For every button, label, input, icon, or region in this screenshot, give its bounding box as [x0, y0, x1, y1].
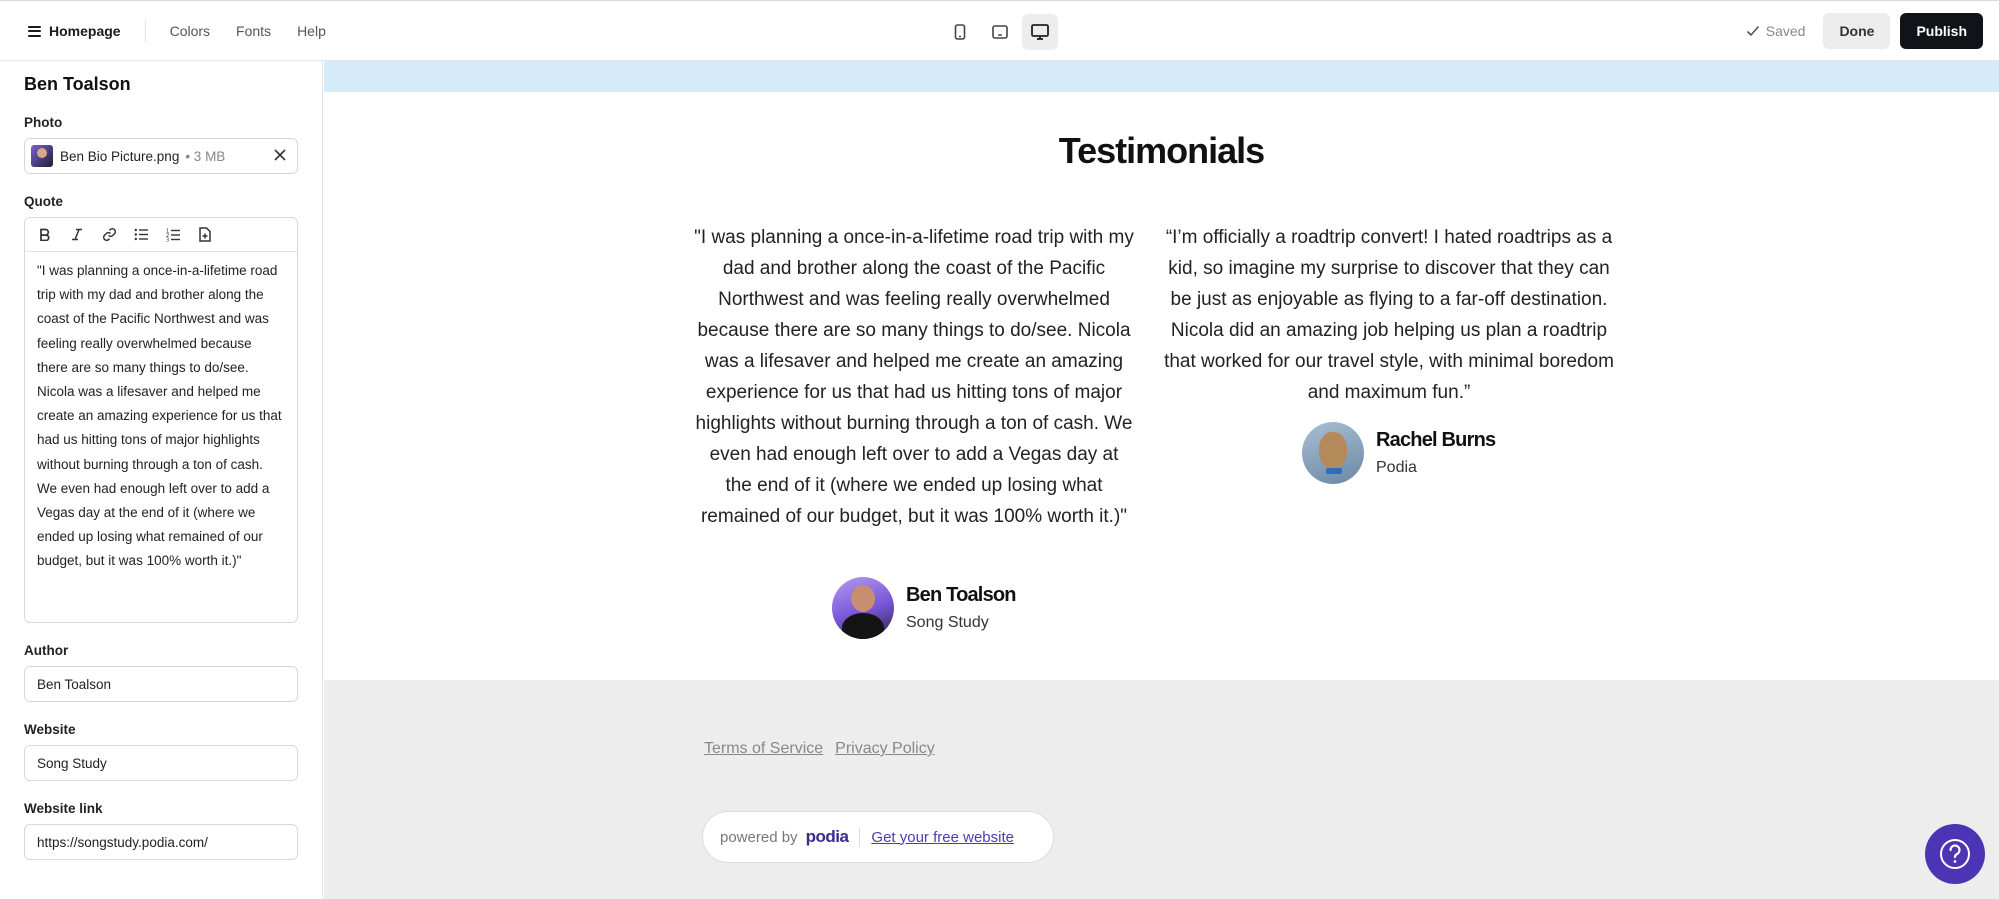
quote-textarea[interactable]: "I was planning a once-in-a-lifetime roa…	[25, 252, 297, 622]
author-info: Rachel Burns Podia	[1376, 429, 1496, 477]
website-input[interactable]: Song Study	[24, 745, 298, 781]
website-link-input[interactable]: https://songstudy.podia.com/	[24, 824, 298, 860]
device-preview-switcher	[942, 14, 1058, 50]
testimonial-editor-sidebar: Ben Toalson Photo Ben Bio Picture.png • …	[0, 61, 323, 899]
photo-file-name: Ben Bio Picture.png	[60, 148, 180, 164]
divider	[144, 20, 146, 42]
photo-file-chip[interactable]: Ben Bio Picture.png • 3 MB	[24, 138, 298, 174]
numbered-list-button[interactable]: 123	[162, 224, 184, 246]
numbered-list-icon: 123	[166, 228, 180, 242]
get-free-website-link[interactable]: Get your free website	[871, 829, 1014, 846]
testimonial-author[interactable]: Rachel Burns Podia	[1302, 422, 1496, 484]
author-input[interactable]: Ben Toalson	[24, 666, 298, 702]
quote-rich-text-editor: 123 "I was planning a once-in-a-lifetime…	[24, 217, 298, 623]
previous-section-strip[interactable]	[324, 61, 1999, 92]
podia-logo: podia	[805, 827, 849, 846]
author-label: Author	[24, 643, 69, 658]
svg-text:3: 3	[166, 237, 169, 242]
testimonials-heading[interactable]: Testimonials	[324, 130, 1999, 172]
page-menu-label: Homepage	[49, 23, 121, 39]
top-bar-right: Saved Done Publish	[1746, 13, 1983, 49]
site-footer: Terms of Service Privacy Policy powered …	[324, 680, 1999, 899]
photo-label: Photo	[24, 115, 63, 130]
help-link[interactable]: Help	[297, 23, 326, 39]
done-button[interactable]: Done	[1823, 13, 1891, 49]
footer-links: Terms of Service Privacy Policy	[704, 740, 935, 758]
phone-preview-button[interactable]	[942, 14, 978, 50]
testimonial-quote[interactable]: “I’m officially a roadtrip convert! I ha…	[1164, 222, 1614, 408]
privacy-policy-link[interactable]: Privacy Policy	[835, 740, 935, 758]
author-info: Ben Toalson Song Study	[906, 584, 1017, 632]
desktop-icon	[1031, 24, 1049, 40]
photo-thumbnail	[31, 145, 53, 167]
top-bar: Homepage Colors Fonts Help Saved Done Pu…	[0, 0, 1999, 61]
powered-by-badge: powered by podia Get your free website	[702, 811, 1054, 863]
bold-button[interactable]	[34, 224, 56, 246]
hamburger-icon	[28, 25, 41, 37]
link-icon	[102, 227, 116, 242]
author-website: Podia	[1376, 459, 1417, 476]
sidebar-title: Ben Toalson	[24, 74, 131, 94]
testimonial-author[interactable]: Ben Toalson Song Study	[832, 577, 1017, 639]
check-icon	[1746, 25, 1759, 37]
avatar	[1302, 422, 1364, 484]
website-label: Website	[24, 722, 76, 737]
desktop-preview-button[interactable]	[1022, 14, 1058, 50]
saved-status: Saved	[1746, 23, 1806, 39]
testimonial-quote[interactable]: "I was planning a once-in-a-lifetime roa…	[694, 222, 1134, 532]
editor-toolbar: 123	[25, 218, 297, 252]
fonts-link[interactable]: Fonts	[236, 23, 271, 39]
insert-file-button[interactable]	[194, 224, 216, 246]
powered-by-text: powered by	[720, 828, 798, 846]
site-preview-canvas: Testimonials "I was planning a once-in-a…	[324, 61, 1999, 899]
phone-icon	[954, 24, 966, 40]
question-mark-icon	[1940, 839, 1970, 869]
publish-button[interactable]: Publish	[1900, 13, 1983, 49]
insert-file-icon	[199, 227, 211, 242]
link-button[interactable]	[98, 224, 120, 246]
help-button[interactable]	[1925, 824, 1985, 884]
italic-button[interactable]	[66, 224, 88, 246]
author-website: Song Study	[906, 614, 989, 631]
author-name: Rachel Burns	[1376, 429, 1496, 451]
terms-of-service-link[interactable]: Terms of Service	[704, 740, 823, 758]
colors-link[interactable]: Colors	[170, 23, 210, 39]
website-link-label: Website link	[24, 801, 103, 816]
bullet-list-icon	[134, 228, 148, 241]
remove-photo-button[interactable]	[273, 148, 287, 167]
tablet-preview-button[interactable]	[982, 14, 1018, 50]
italic-icon	[72, 228, 82, 241]
avatar	[832, 577, 894, 639]
top-bar-left: Homepage Colors Fonts Help	[28, 1, 352, 61]
saved-label: Saved	[1765, 23, 1806, 39]
bullet-list-button[interactable]	[130, 224, 152, 246]
close-icon	[274, 149, 286, 161]
bold-icon	[40, 228, 50, 241]
divider	[859, 827, 861, 847]
quote-label: Quote	[24, 194, 63, 209]
page-menu-button[interactable]: Homepage	[28, 23, 121, 39]
tablet-icon	[992, 25, 1008, 39]
photo-file-size: • 3 MB	[185, 148, 226, 164]
author-name: Ben Toalson	[906, 584, 1017, 606]
